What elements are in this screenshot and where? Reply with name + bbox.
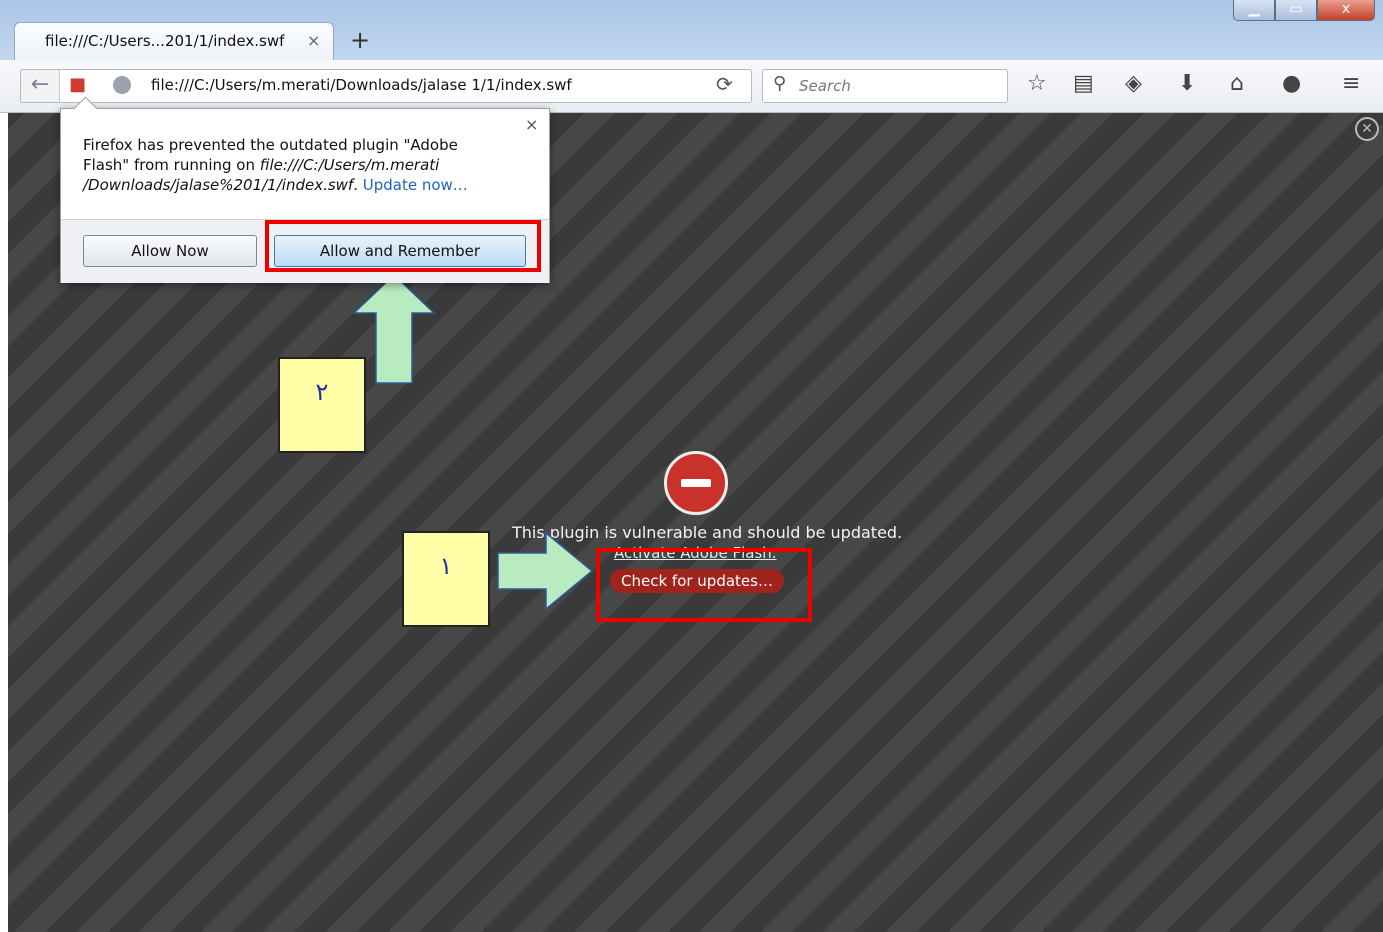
minimize-button[interactable]: ▁ [1233, 0, 1275, 21]
window-controls: ▁ ▭ x [1233, 0, 1375, 22]
close-window-button[interactable]: x [1317, 0, 1375, 21]
search-input[interactable]: Search [799, 77, 851, 95]
menu-icon[interactable]: ≡ [1342, 71, 1360, 96]
blocked-plugin-icon [664, 451, 728, 515]
close-plugin-icon[interactable]: ✕ [1355, 117, 1379, 141]
allow-now-button[interactable]: Allow Now [83, 235, 257, 267]
reading-list-icon[interactable]: ▤ [1073, 71, 1094, 96]
tab-close-icon[interactable]: × [307, 31, 320, 50]
search-icon: ⚲ [773, 73, 787, 94]
popup-message: Firefox has prevented the outdated plugi… [83, 136, 468, 194]
plugin-blocked-icon[interactable]: ■ [69, 75, 89, 95]
url-text[interactable]: file:///C:/Users/m.merati/Downloads/jala… [151, 76, 572, 94]
up-arrow-annotation [352, 273, 436, 384]
browser-window: ▁ ▭ x file:///C:/Users...201/1/index.swf… [0, 0, 1383, 932]
url-bar[interactable]: ← ■ file:///C:/Users/m.merati/Downloads/… [20, 69, 752, 103]
globe-icon[interactable] [113, 76, 131, 94]
reload-icon[interactable]: ⟳ [716, 72, 733, 96]
highlight-box [265, 220, 541, 272]
download-icon[interactable]: ⬇ [1178, 71, 1196, 96]
pocket-icon[interactable]: ◈ [1125, 71, 1142, 96]
popup-close-icon[interactable]: × [525, 115, 538, 134]
maximize-button[interactable]: ▭ [1275, 0, 1317, 21]
step-note-1: ١ [402, 531, 490, 627]
star-icon[interactable]: ☆ [1027, 71, 1047, 96]
new-tab-button[interactable]: + [350, 26, 370, 54]
navigation-bar: ← ■ file:///C:/Users/m.merati/Downloads/… [0, 60, 1383, 113]
highlight-box [596, 548, 812, 622]
tab-title: file:///C:/Users...201/1/index.swf [45, 32, 285, 50]
tab-active[interactable]: file:///C:/Users...201/1/index.swf × [14, 22, 334, 61]
tab-strip: ▁ ▭ x file:///C:/Users...201/1/index.swf… [0, 0, 1383, 62]
right-arrow-annotation [497, 531, 594, 611]
back-button[interactable]: ← [21, 70, 60, 102]
chat-icon[interactable]: ● [1282, 71, 1301, 96]
home-icon[interactable]: ⌂ [1230, 71, 1244, 96]
search-bar[interactable]: ⚲ Search [762, 69, 1008, 103]
update-now-link[interactable]: Update now… [363, 176, 468, 194]
